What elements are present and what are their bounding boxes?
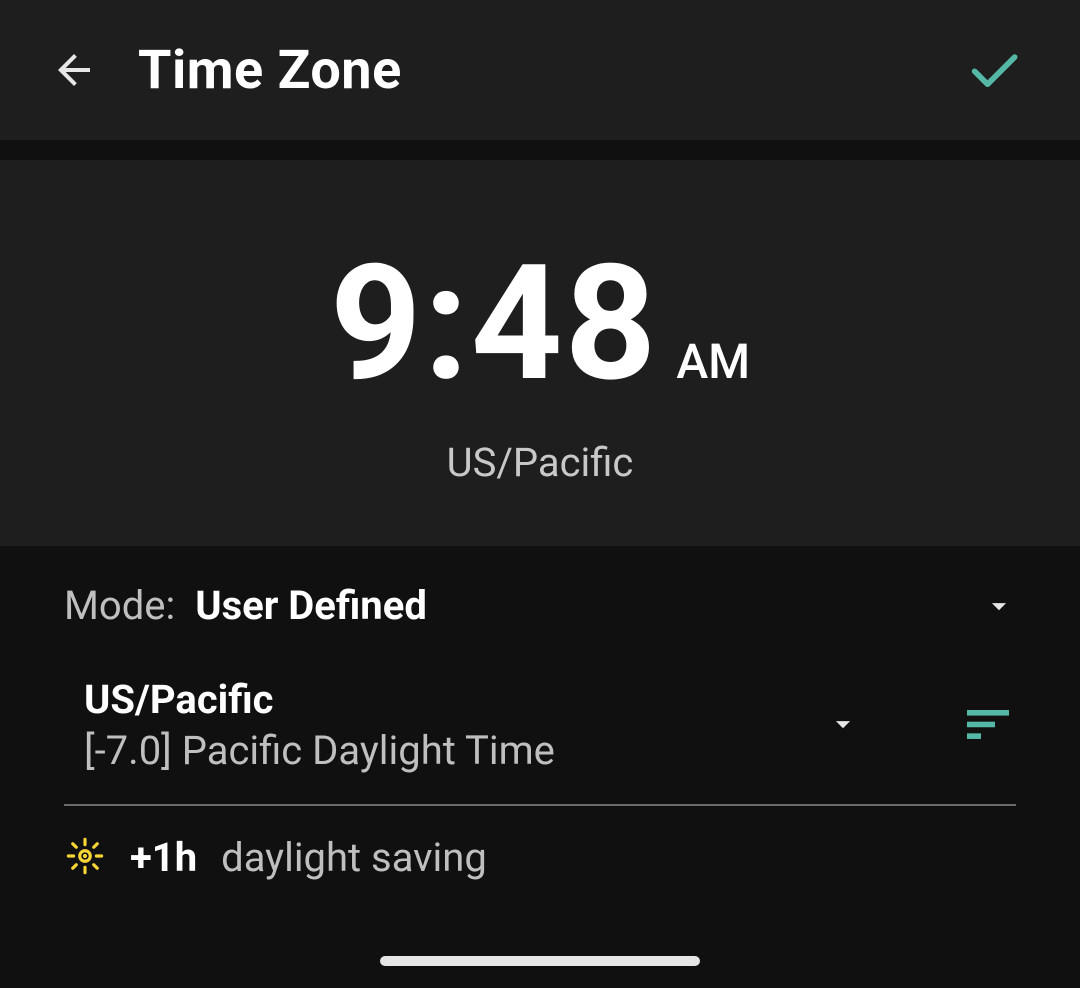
mode-selector[interactable]: Mode: User Defined: [64, 582, 1016, 629]
mode-label: Mode:: [64, 582, 175, 629]
timezone-description: [-7.0] Pacific Daylight Time: [84, 727, 796, 774]
app-header: Time Zone: [0, 0, 1080, 140]
chevron-down-icon: [826, 707, 860, 741]
sort-button[interactable]: [960, 696, 1016, 752]
check-icon: [963, 39, 1025, 101]
dst-label: daylight saving: [221, 834, 487, 881]
home-indicator[interactable]: [380, 956, 700, 966]
chevron-down-icon: [982, 589, 1016, 623]
sort-icon: [960, 696, 1016, 752]
clock-ampm: AM: [676, 333, 750, 390]
daylight-saving-row: +1h daylight saving: [64, 834, 1016, 881]
clock-time-row: 9:48 AM: [330, 245, 750, 405]
timezone-name: US/Pacific: [84, 673, 796, 727]
timezone-text: US/Pacific [-7.0] Pacific Daylight Time: [64, 673, 796, 774]
settings-panel: Mode: User Defined US/Pacific [-7.0] Pac…: [0, 546, 1080, 988]
clock-timezone-label: US/Pacific: [447, 439, 634, 486]
confirm-button[interactable]: [963, 39, 1025, 101]
arrow-left-icon: [50, 46, 98, 94]
home-indicator-area: [0, 956, 1080, 966]
clock-display: 9:48 AM US/Pacific: [0, 160, 1080, 546]
timezone-selector[interactable]: US/Pacific [-7.0] Pacific Daylight Time: [64, 673, 1016, 806]
clock-time: 9:48: [330, 245, 658, 405]
page-title: Time Zone: [138, 39, 923, 102]
sun-icon: [64, 835, 106, 881]
mode-value: User Defined: [195, 582, 962, 629]
back-button[interactable]: [50, 46, 98, 94]
dst-offset: +1h: [130, 834, 197, 881]
